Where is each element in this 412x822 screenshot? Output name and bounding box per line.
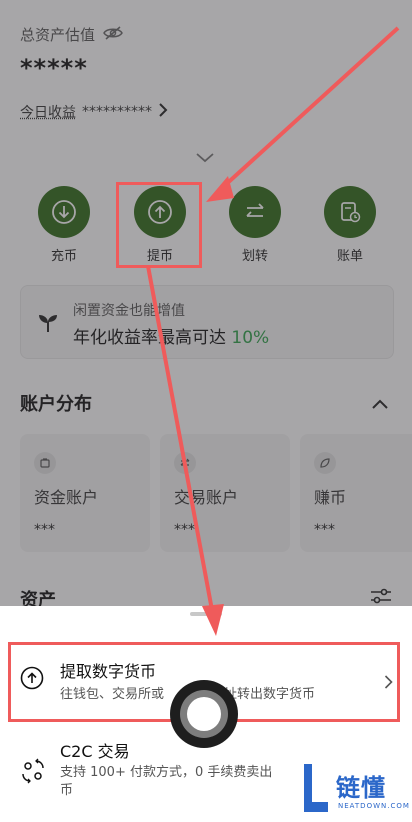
watermark: 链懂 NEATDOWN.COM	[300, 758, 412, 822]
wallet-assets-page: 总资产估值 ***** 今日收益 ********** 充币 提币 划转 账单 …	[0, 0, 412, 822]
watermark-cn: 链懂	[336, 774, 386, 802]
watermark-logo-icon	[304, 764, 328, 812]
option-desc-line2: 币	[60, 783, 74, 798]
option-title: C2C 交易	[60, 742, 130, 761]
withdraw-highlight-box	[116, 182, 202, 268]
c2c-exchange-icon	[20, 758, 46, 788]
touch-indicator	[170, 680, 238, 748]
watermark-en: NEATDOWN.COM	[338, 802, 410, 810]
touch-core	[187, 697, 221, 731]
option-desc-line1: 支持 100+ 付款方式，0 手续费卖出	[60, 765, 273, 780]
touch-ring	[180, 690, 228, 738]
modal-backdrop[interactable]	[0, 0, 412, 606]
option-desc: 支持 100+ 付款方式，0 手续费卖出 币	[60, 764, 300, 800]
sheet-handle[interactable]	[190, 612, 222, 616]
